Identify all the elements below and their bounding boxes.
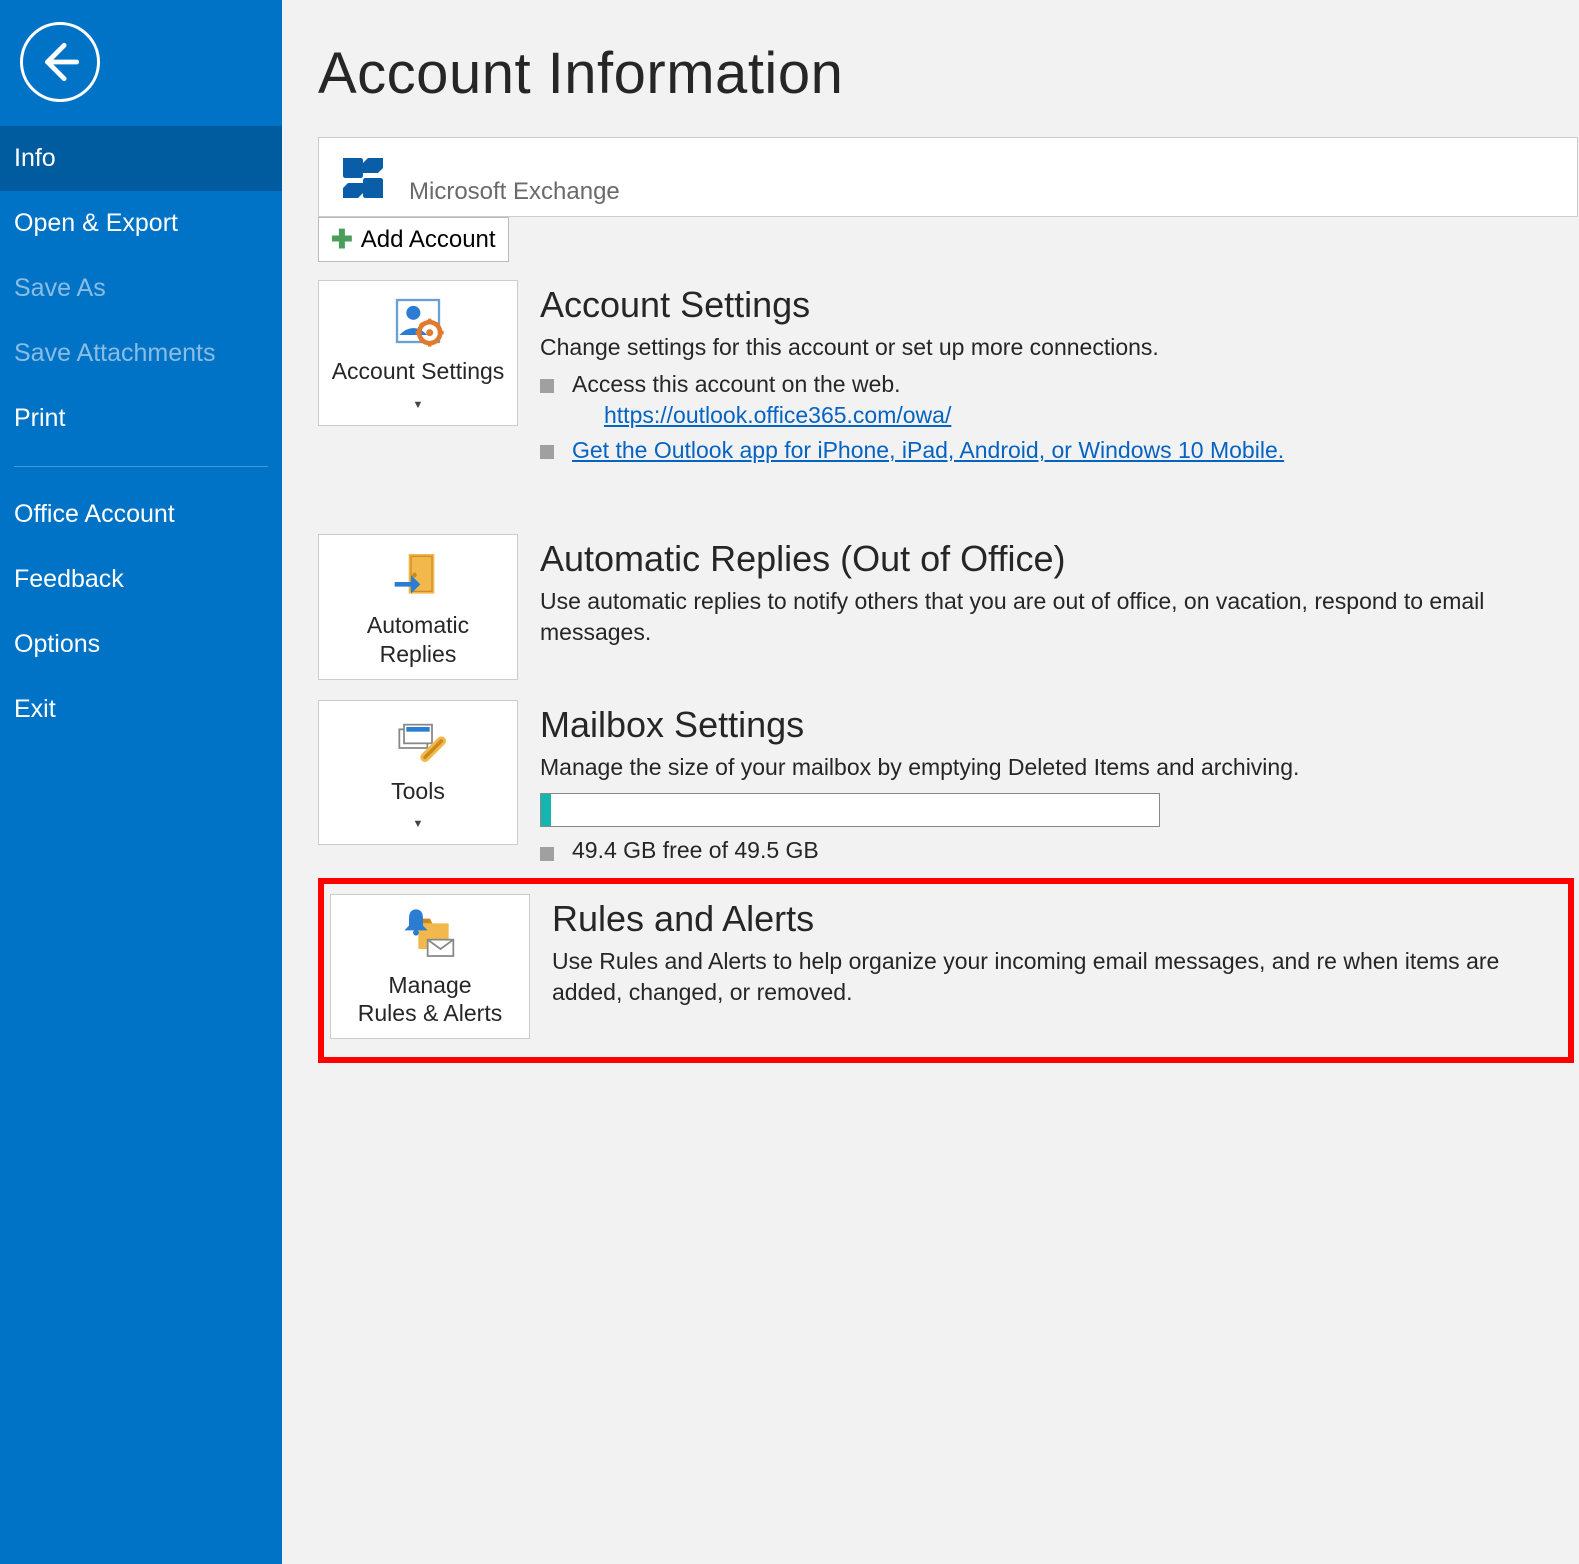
section-rules-alerts: Manage Rules & Alerts Rules and Alerts U…	[318, 878, 1574, 1064]
desc-rules-alerts: Use Rules and Alerts to help organize yo…	[552, 946, 1562, 1008]
heading-account-settings: Account Settings	[540, 284, 1579, 326]
nav-item-office-account[interactable]: Office Account	[0, 482, 282, 547]
tile-manage-rules-alerts[interactable]: Manage Rules & Alerts	[330, 894, 530, 1040]
add-account-button[interactable]: ✚ Add Account	[318, 217, 509, 262]
storage-progress-fill	[541, 794, 551, 826]
nav-item-save-attachments: Save Attachments	[0, 321, 282, 386]
nav-list: Info Open & Export Save As Save Attachme…	[0, 126, 282, 742]
desc-automatic-replies: Use automatic replies to notify others t…	[540, 586, 1579, 648]
account-selector[interactable]: Microsoft Exchange	[318, 137, 1578, 217]
desc-mailbox-settings: Manage the size of your mailbox by empty…	[540, 752, 1579, 783]
nav-item-save-as: Save As	[0, 256, 282, 321]
plus-icon: ✚	[331, 224, 353, 255]
backstage-sidebar: Info Open & Export Save As Save Attachme…	[0, 0, 282, 1564]
tile-tools-label: Tools ▼	[391, 777, 445, 835]
tile-automatic-replies-label: Automatic Replies	[367, 611, 469, 669]
section-automatic-replies: Automatic Replies Automatic Replies (Out…	[318, 534, 1579, 680]
main-pane: Account Information Microsoft Exchange ✚…	[282, 0, 1579, 1564]
add-account-label: Add Account	[361, 226, 496, 254]
bullet-get-app: Get the Outlook app for iPhone, iPad, An…	[540, 437, 1579, 464]
section-account-settings: Account Settings ▼ Account Settings Chan…	[318, 280, 1579, 464]
nav-divider	[14, 466, 268, 467]
account-settings-icon	[390, 293, 446, 349]
heading-mailbox-settings: Mailbox Settings	[540, 704, 1579, 746]
desc-account-settings: Change settings for this account or set …	[540, 332, 1579, 363]
chevron-down-icon: ▼	[413, 399, 424, 411]
nav-item-exit[interactable]: Exit	[0, 677, 282, 742]
nav-item-options[interactable]: Options	[0, 612, 282, 677]
tile-account-settings[interactable]: Account Settings ▼	[318, 280, 518, 426]
chevron-down-icon: ▼	[413, 818, 424, 830]
square-bullet-icon	[540, 847, 554, 861]
heading-automatic-replies: Automatic Replies (Out of Office)	[540, 538, 1579, 580]
tile-automatic-replies[interactable]: Automatic Replies	[318, 534, 518, 680]
bullet-access-web: Access this account on the web. https://…	[540, 371, 1579, 429]
account-type-label: Microsoft Exchange	[409, 178, 620, 206]
nav-item-info[interactable]: Info	[0, 126, 282, 191]
storage-progress-bar	[540, 793, 1160, 827]
nav-item-open-export[interactable]: Open & Export	[0, 191, 282, 256]
nav-item-feedback[interactable]: Feedback	[0, 547, 282, 612]
square-bullet-icon	[540, 379, 554, 393]
tile-manage-rules-alerts-label: Manage Rules & Alerts	[358, 971, 502, 1029]
nav-item-print[interactable]: Print	[0, 386, 282, 451]
square-bullet-icon	[540, 445, 554, 459]
access-web-text: Access this account on the web.	[572, 371, 901, 397]
heading-rules-alerts: Rules and Alerts	[552, 898, 1562, 940]
back-arrow-icon	[35, 37, 85, 87]
tools-icon	[390, 713, 446, 769]
storage-text: 49.4 GB free of 49.5 GB	[572, 837, 819, 864]
page-title: Account Information	[318, 40, 1579, 107]
section-mailbox-settings: Tools ▼ Mailbox Settings Manage the size…	[318, 700, 1579, 864]
get-app-link[interactable]: Get the Outlook app for iPhone, iPad, An…	[572, 437, 1284, 464]
tile-tools[interactable]: Tools ▼	[318, 700, 518, 846]
rules-alerts-icon	[402, 907, 458, 963]
automatic-replies-icon	[390, 547, 446, 603]
tile-account-settings-label: Account Settings ▼	[325, 357, 511, 415]
exchange-icon	[333, 148, 393, 208]
owa-link[interactable]: https://outlook.office365.com/owa/	[604, 402, 951, 428]
back-button[interactable]	[20, 22, 100, 102]
